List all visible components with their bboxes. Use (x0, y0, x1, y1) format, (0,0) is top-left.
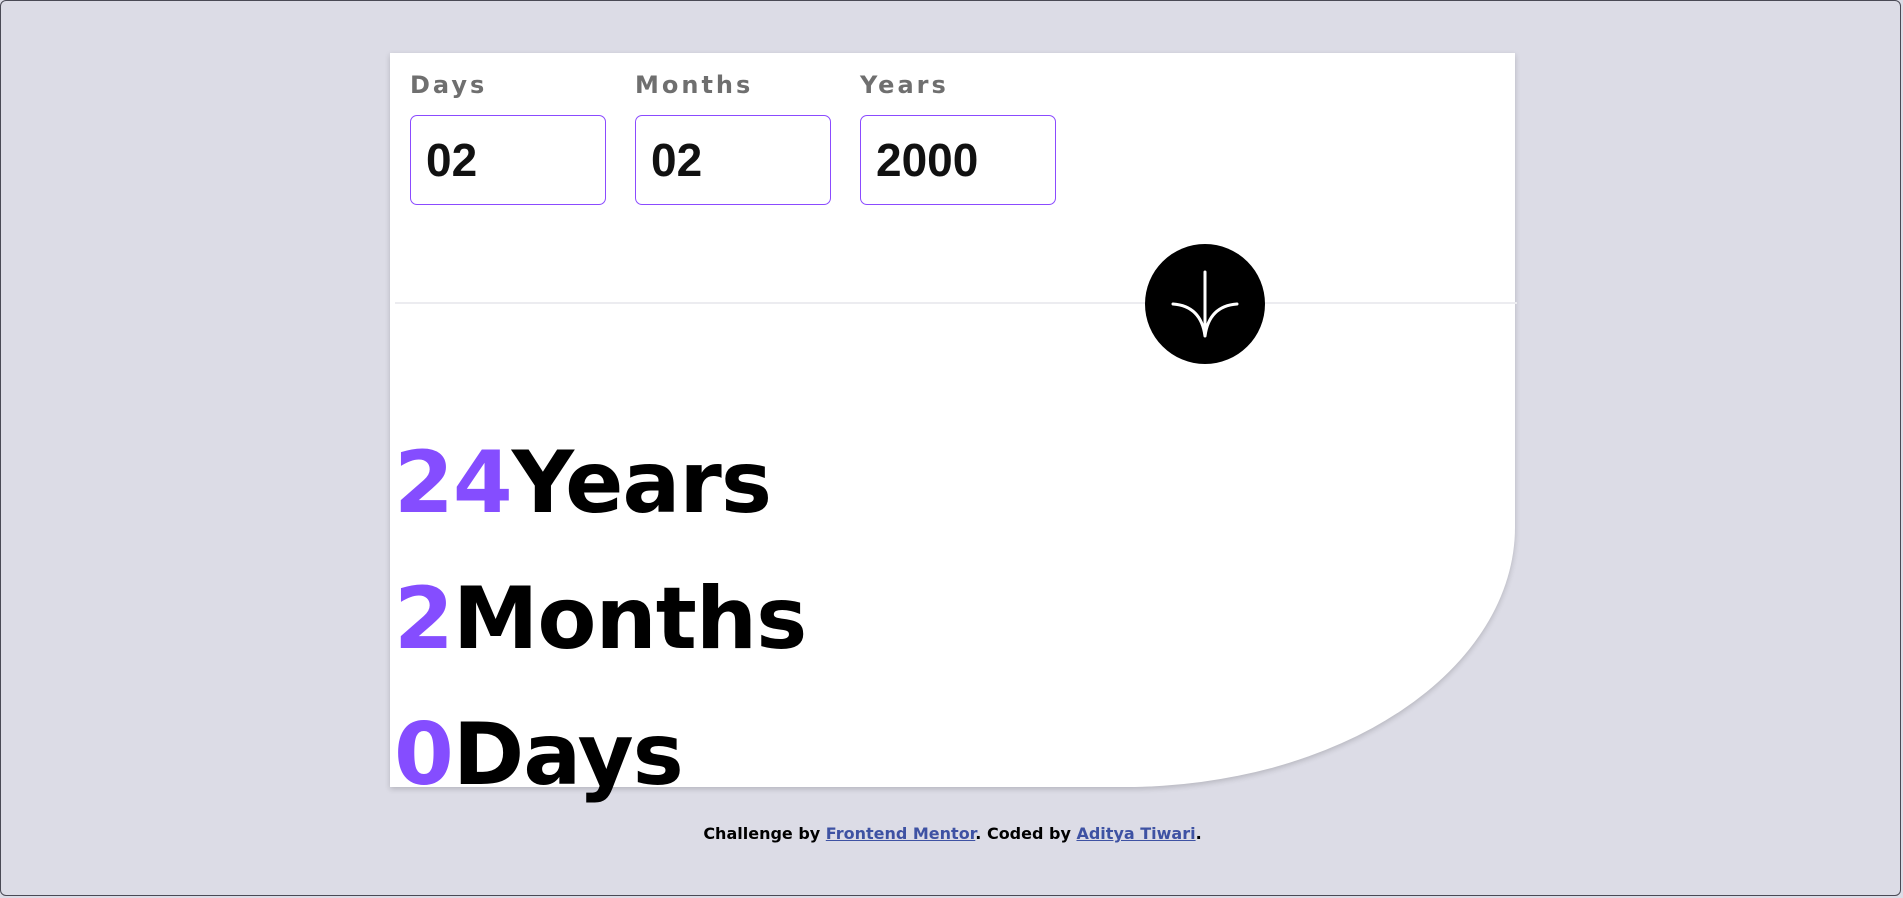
age-calculator-card: Days Months Years 24Years 2Months 0Days (390, 53, 1517, 805)
years-value: 24 (394, 433, 513, 533)
submit-button[interactable] (1145, 244, 1265, 364)
divider-line (395, 302, 1517, 304)
author-link[interactable]: Aditya Tiwari (1076, 824, 1195, 843)
attribution-suffix: . (1195, 824, 1202, 843)
month-label: Months (635, 71, 754, 99)
year-input[interactable] (860, 115, 1056, 205)
result-days: 0Days (394, 705, 684, 805)
result-years: 24Years (394, 433, 772, 533)
frontend-mentor-link[interactable]: Frontend Mentor (826, 824, 976, 843)
months-value: 2 (394, 569, 454, 669)
result-months: 2Months (394, 569, 807, 669)
years-unit-label: Years (511, 433, 772, 533)
year-field: Years (860, 69, 1056, 205)
months-unit-label: Months (452, 569, 807, 669)
days-value: 0 (394, 705, 454, 805)
arrow-down-icon (1171, 270, 1239, 338)
attribution-prefix: Challenge by (703, 824, 826, 843)
days-unit-label: Days (452, 705, 684, 805)
day-field: Days (410, 69, 606, 205)
attribution-footer: Challenge by Frontend Mentor. Coded by A… (1, 824, 1903, 843)
month-input[interactable] (635, 115, 831, 205)
attribution-middle: . Coded by (975, 824, 1077, 843)
page-background: Days Months Years 24Years 2Months 0Days (0, 0, 1901, 896)
year-label: Years (860, 71, 949, 99)
month-field: Months (635, 69, 831, 205)
day-label: Days (410, 71, 488, 99)
day-input[interactable] (410, 115, 606, 205)
